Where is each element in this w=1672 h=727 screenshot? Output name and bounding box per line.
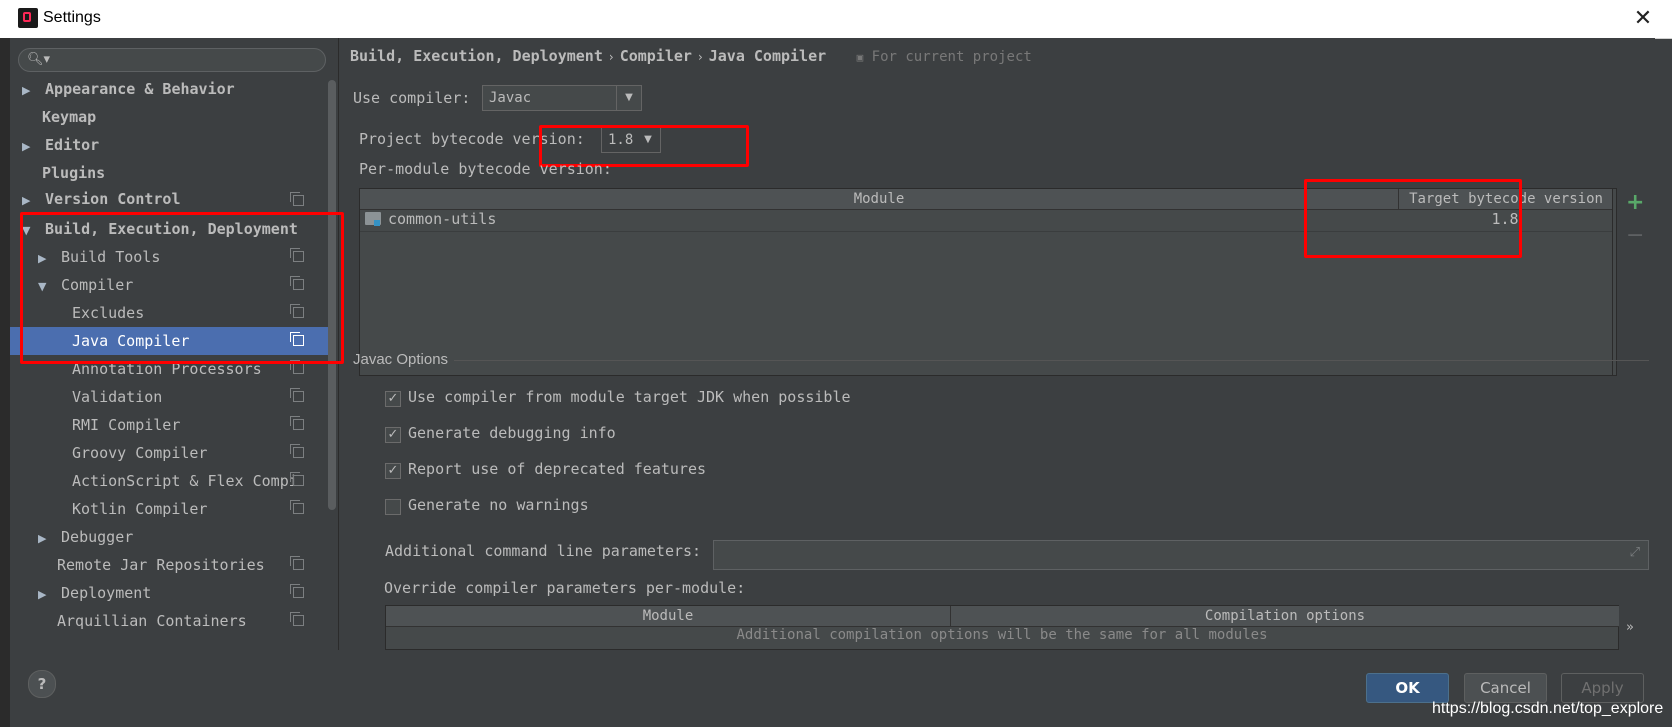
- expand-arrow-icon[interactable]: ▶: [38, 581, 52, 609]
- additional-params-input[interactable]: ⤢: [713, 540, 1649, 570]
- watermark-text: https://blog.csdn.net/top_explore: [1432, 700, 1664, 717]
- sidebar-item-editor[interactable]: ▶ Editor: [10, 131, 328, 159]
- sidebar-item-validation[interactable]: Validation: [10, 383, 328, 411]
- expand-arrow-icon[interactable]: ▶: [22, 189, 36, 211]
- override-table: Module Compilation options Additional co…: [385, 605, 1619, 650]
- sidebar-item-label: Groovy Compiler: [72, 444, 208, 462]
- use-compiler-label: Use compiler:: [353, 89, 471, 107]
- sidebar-item-label: Plugins: [42, 164, 106, 182]
- window-title: Settings: [43, 9, 101, 26]
- use-compiler-value: Javac: [489, 90, 532, 106]
- project-level-icon: [290, 472, 304, 486]
- column-header-module[interactable]: Module: [386, 606, 950, 627]
- intellij-app-icon: [18, 8, 38, 28]
- column-header-compilation-options[interactable]: Compilation options: [950, 606, 1619, 627]
- help-button[interactable]: ?: [28, 670, 56, 698]
- breadcrumb-item: Compiler: [619, 47, 692, 65]
- sidebar-item-appearance[interactable]: ▶ Appearance & Behavior: [10, 75, 328, 103]
- sidebar-item-label: Kotlin Compiler: [72, 500, 208, 518]
- additional-params-label: Additional command line parameters:: [385, 542, 702, 560]
- sidebar-item-label: Editor: [45, 136, 100, 154]
- breadcrumb: Build, Execution, Deployment › Compiler › Ja…: [350, 47, 1032, 65]
- breadcrumb-separator-icon: ›: [608, 50, 614, 64]
- project-level-icon: [290, 360, 304, 374]
- sidebar-item-groovy-compiler[interactable]: Groovy Compiler: [10, 439, 328, 467]
- breadcrumb-separator-icon: ›: [697, 50, 703, 64]
- checkbox[interactable]: ✓: [385, 427, 401, 443]
- sidebar-item-remote-jar-repositories[interactable]: Remote Jar Repositories: [10, 551, 328, 579]
- table-toolbar-divider: [1612, 189, 1613, 375]
- more-actions-icon[interactable]: »: [1626, 620, 1634, 635]
- sidebar-item-deployment[interactable]: ▶ Deployment: [10, 579, 328, 607]
- search-input[interactable]: 🔍︎▾: [18, 48, 326, 72]
- javac-options-title: Javac Options: [353, 351, 449, 368]
- sidebar-item-label: Validation: [72, 388, 163, 406]
- override-label: Override compiler parameters per-module:: [384, 579, 746, 597]
- project-level-icon: [290, 192, 304, 206]
- project-level-icon: [290, 416, 304, 430]
- module-badge-icon: [374, 220, 380, 226]
- checkbox[interactable]: ✓: [385, 463, 401, 479]
- dropdown-arrow-icon[interactable]: ▼: [616, 86, 641, 110]
- sidebar-item-debugger[interactable]: ▶ Debugger: [10, 523, 328, 551]
- sidebar-item-label: Arquillian Containers: [57, 612, 247, 630]
- cancel-button[interactable]: Cancel: [1464, 673, 1547, 703]
- scope-hint: For current project: [871, 49, 1032, 65]
- use-compiler-select[interactable]: Javac ▼: [482, 85, 642, 111]
- checkbox[interactable]: ✓: [385, 391, 401, 407]
- apply-button[interactable]: Apply: [1561, 673, 1644, 703]
- search-icon: 🔍︎▾: [27, 52, 51, 67]
- expand-arrow-icon[interactable]: ▶: [38, 525, 52, 553]
- sidebar-item-label: Debugger: [61, 528, 134, 546]
- ok-button[interactable]: OK: [1366, 673, 1449, 703]
- sidebar-item-label: Remote Jar Repositories: [57, 556, 265, 574]
- sidebar-item-version-control[interactable]: ▶ Version Control: [10, 187, 328, 211]
- sidebar-item-kotlin-compiler[interactable]: Kotlin Compiler: [10, 495, 328, 523]
- highlight-box-sidebar: [20, 212, 344, 364]
- project-level-icon: [290, 584, 304, 598]
- settings-content: Build, Execution, Deployment › Compiler › Ja…: [339, 38, 1655, 650]
- expand-icon[interactable]: ⤢: [1630, 545, 1640, 560]
- sidebar-item-label: Deployment: [61, 584, 152, 602]
- column-header-module[interactable]: Module: [360, 189, 1398, 210]
- sidebar-item-label: Appearance & Behavior: [45, 80, 235, 98]
- project-scope-icon: ▣: [856, 51, 864, 64]
- sidebar-item-actionscript-flex-compiler[interactable]: ActionScript & Flex Compi: [10, 467, 328, 495]
- remove-icon[interactable]: −: [1626, 223, 1644, 248]
- checkbox-label: Use compiler from module target JDK when…: [408, 388, 851, 406]
- checkbox-label: Generate debugging info: [408, 424, 616, 442]
- breadcrumb-item: Java Compiler: [708, 47, 827, 65]
- expand-arrow-icon[interactable]: ▶: [22, 133, 36, 161]
- checkbox-label: Report use of deprecated features: [408, 460, 707, 478]
- sidebar-item-keymap[interactable]: Keymap: [10, 103, 328, 131]
- background-editor-strip: [0, 38, 10, 727]
- sidebar-item-label: ActionScript & Flex Compi: [72, 472, 298, 490]
- project-level-icon: [290, 388, 304, 402]
- sidebar-item-label: Keymap: [42, 108, 97, 126]
- title-bar: Settings ✕: [0, 0, 1672, 39]
- sidebar-item-label: Version Control: [45, 190, 181, 208]
- sidebar-item-label: RMI Compiler: [72, 416, 181, 434]
- sidebar-item-plugins[interactable]: Plugins: [10, 159, 328, 187]
- per-module-label: Per-module bytecode version:: [359, 160, 612, 178]
- project-level-icon: [290, 556, 304, 570]
- project-level-icon: [290, 444, 304, 458]
- sidebar-item-arquillian-containers[interactable]: Arquillian Containers: [10, 607, 328, 635]
- project-level-icon: [290, 612, 304, 626]
- sidebar-item-rmi-compiler[interactable]: RMI Compiler: [10, 411, 328, 439]
- breadcrumb-item: Build, Execution, Deployment: [350, 47, 603, 65]
- highlight-box-target-version: [1304, 179, 1522, 258]
- checkbox[interactable]: [385, 499, 401, 515]
- close-icon[interactable]: ✕: [1630, 6, 1656, 32]
- checkbox-label: Generate no warnings: [408, 496, 589, 514]
- section-separator: [454, 360, 1649, 361]
- project-level-icon: [290, 500, 304, 514]
- expand-arrow-icon[interactable]: ▶: [22, 77, 36, 105]
- add-icon[interactable]: +: [1626, 190, 1644, 215]
- empty-table-text: Additional compilation options will be t…: [736, 627, 1268, 643]
- module-name: common-utils: [388, 210, 497, 228]
